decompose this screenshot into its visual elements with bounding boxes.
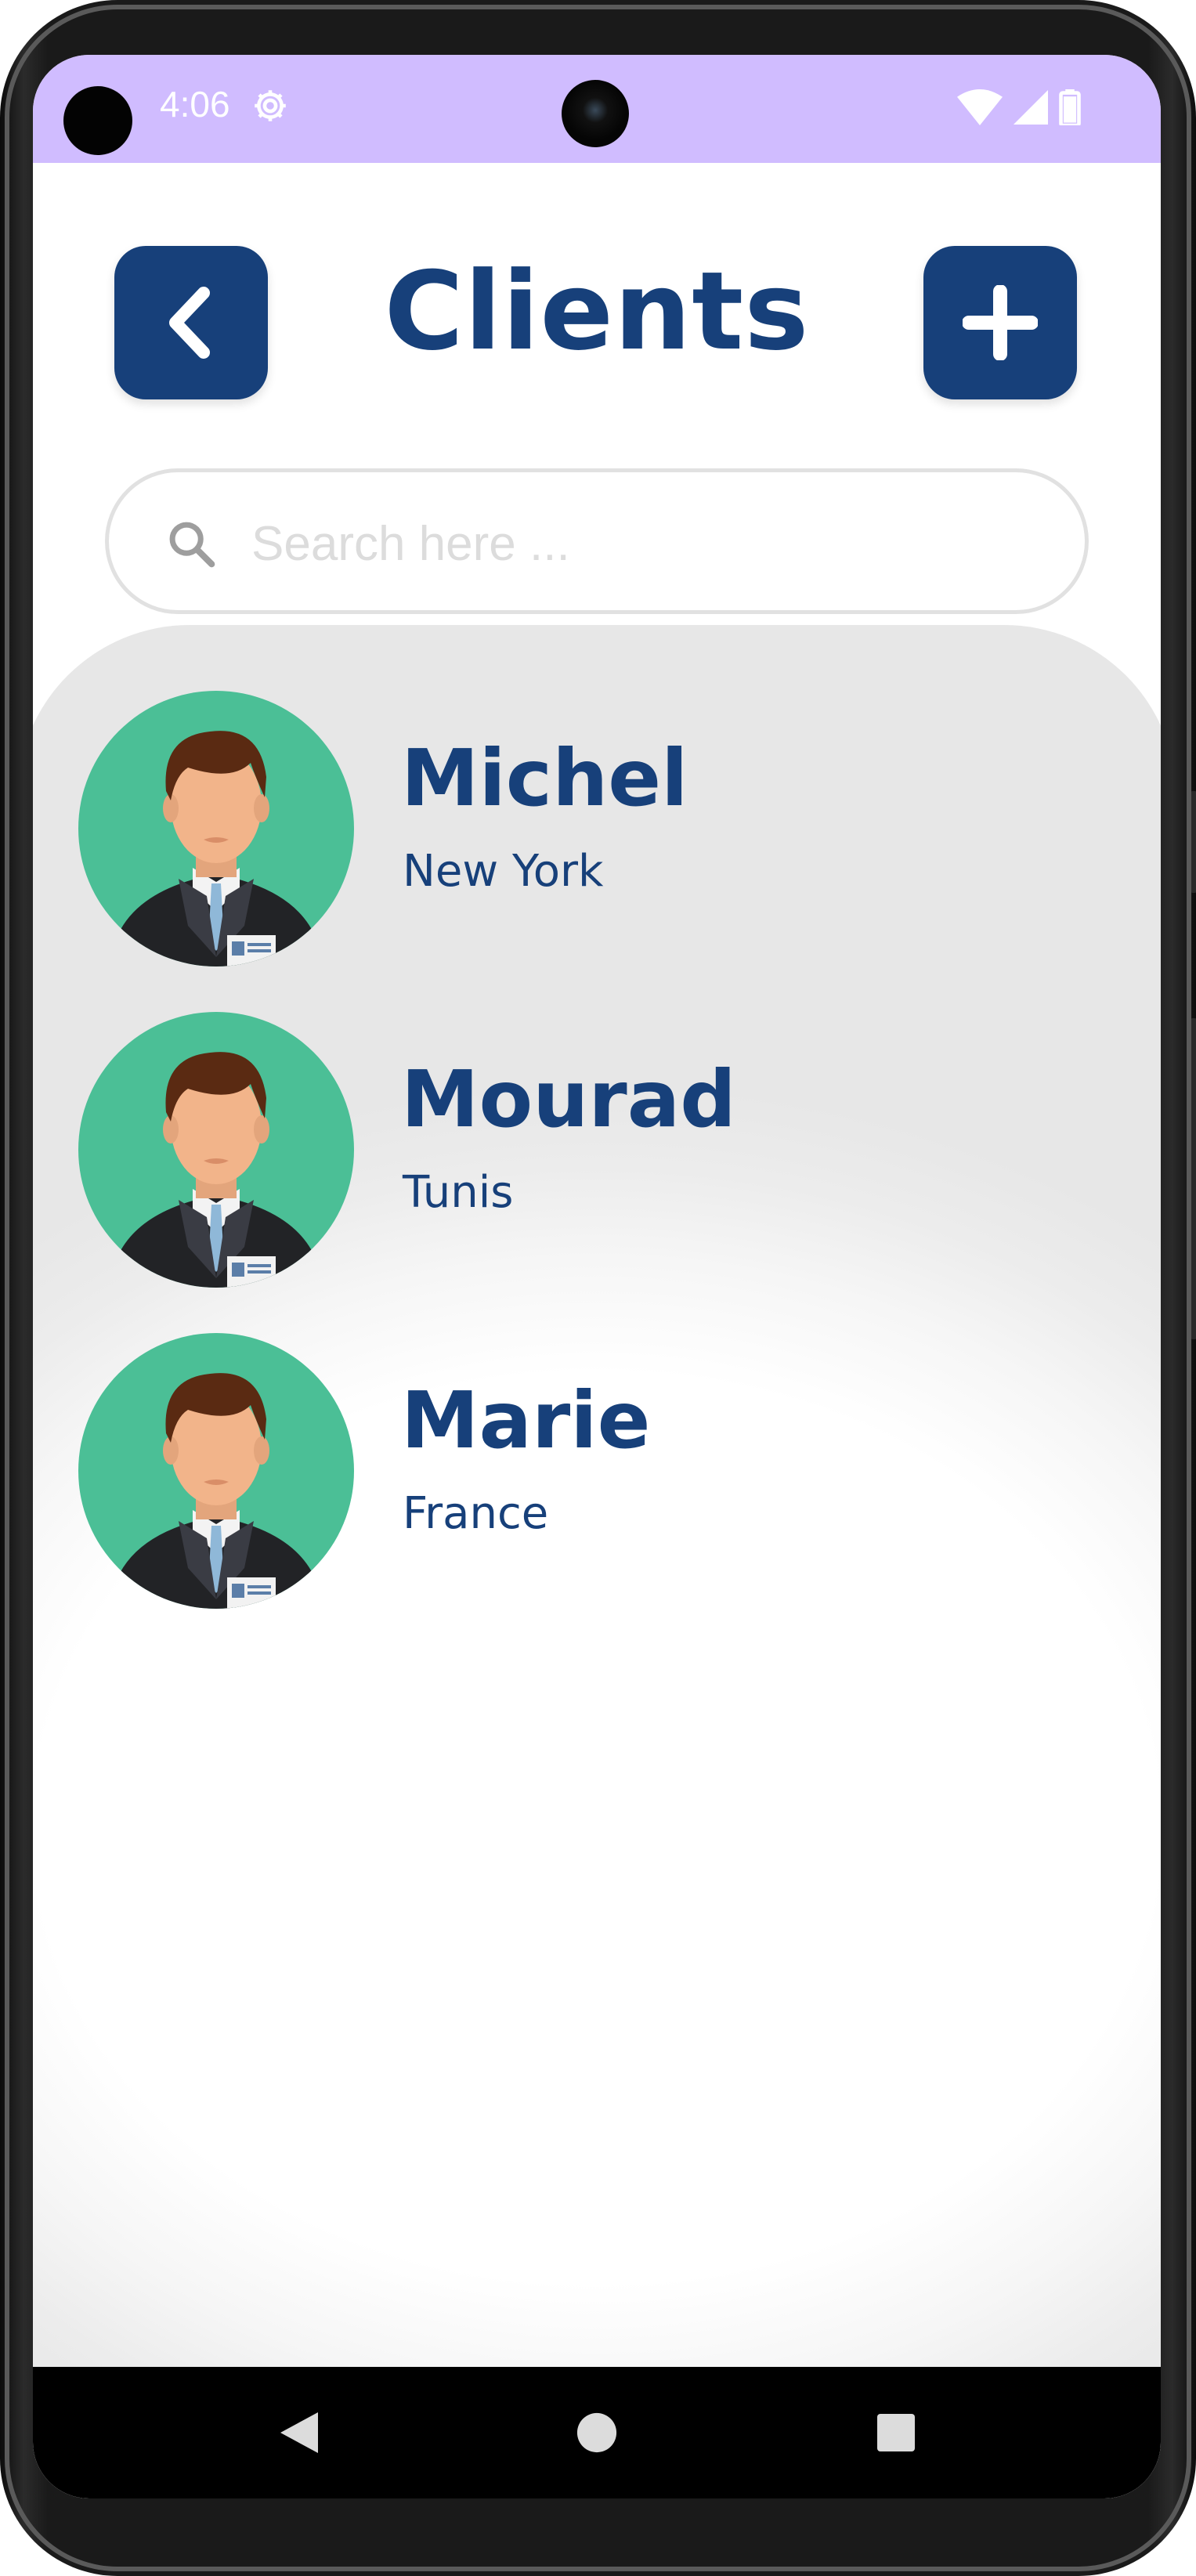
- client-list-item[interactable]: Marie France: [78, 1333, 1097, 1609]
- nav-home-button[interactable]: [565, 2401, 628, 2464]
- search-bar[interactable]: [105, 468, 1089, 614]
- back-button[interactable]: [114, 246, 268, 399]
- app-screen: 4:06 Clients Search here ... Michel New …: [33, 55, 1161, 2498]
- client-name: Mourad: [401, 1053, 736, 1145]
- status-time: 4:06: [160, 84, 230, 125]
- home-circle-icon: [576, 2412, 617, 2453]
- back-triangle-icon: [280, 2412, 318, 2453]
- status-icons: [957, 88, 1081, 127]
- nav-back-button[interactable]: [268, 2401, 331, 2464]
- wifi-icon: [957, 89, 1003, 125]
- signal-icon: [1014, 90, 1048, 125]
- power-button: [1190, 791, 1196, 893]
- add-client-button[interactable]: [923, 246, 1077, 399]
- client-location: Tunis: [403, 1167, 514, 1218]
- client-location: France: [403, 1488, 549, 1539]
- client-list-item[interactable]: Michel New York: [78, 691, 1097, 966]
- client-list-item[interactable]: Mourad Tunis: [78, 1012, 1097, 1288]
- camera-cutout: [63, 86, 132, 155]
- nav-recents-button[interactable]: [865, 2401, 927, 2464]
- phone-frame: 4:06 Clients Search here ... Michel New …: [0, 0, 1196, 2576]
- client-avatar-icon: [78, 1012, 354, 1288]
- battery-icon: [1059, 89, 1081, 125]
- system-nav-bar: [33, 2367, 1161, 2498]
- settings-icon: [255, 90, 286, 121]
- client-name: Marie: [401, 1375, 651, 1466]
- volume-button: [1190, 1018, 1196, 1339]
- client-avatar-icon: [78, 1333, 354, 1609]
- search-input[interactable]: [250, 496, 1052, 591]
- client-location: New York: [403, 846, 604, 897]
- client-name: Michel: [401, 732, 688, 824]
- status-bar: 4:06: [33, 55, 1161, 163]
- front-camera: [562, 80, 629, 147]
- search-icon: [169, 522, 215, 568]
- client-avatar-icon: [78, 691, 354, 966]
- plus-icon: [963, 285, 1038, 360]
- chevron-left-icon: [169, 287, 210, 359]
- recents-square-icon: [877, 2414, 915, 2451]
- page-title: Clients: [384, 248, 810, 374]
